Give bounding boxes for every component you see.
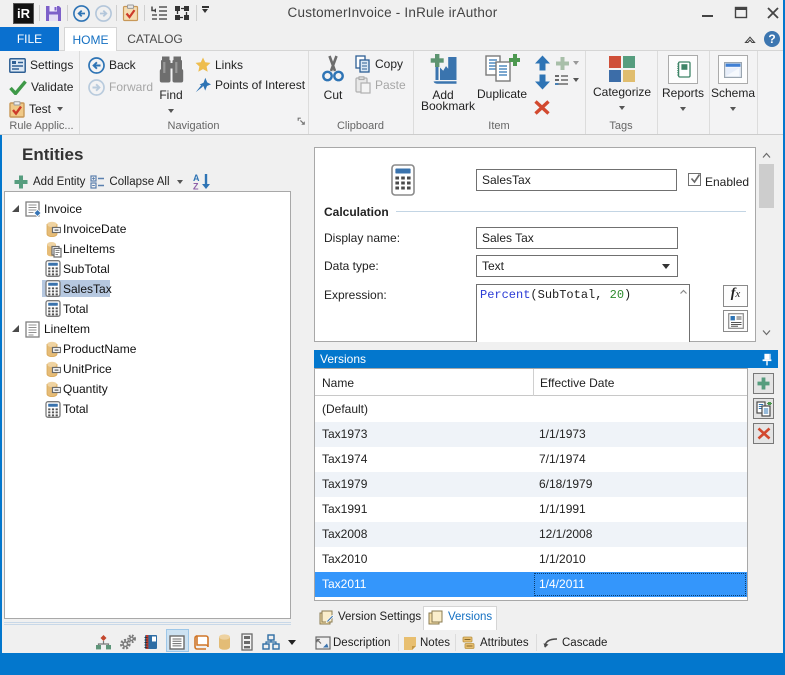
svg-text:Z: Z: [193, 182, 199, 191]
